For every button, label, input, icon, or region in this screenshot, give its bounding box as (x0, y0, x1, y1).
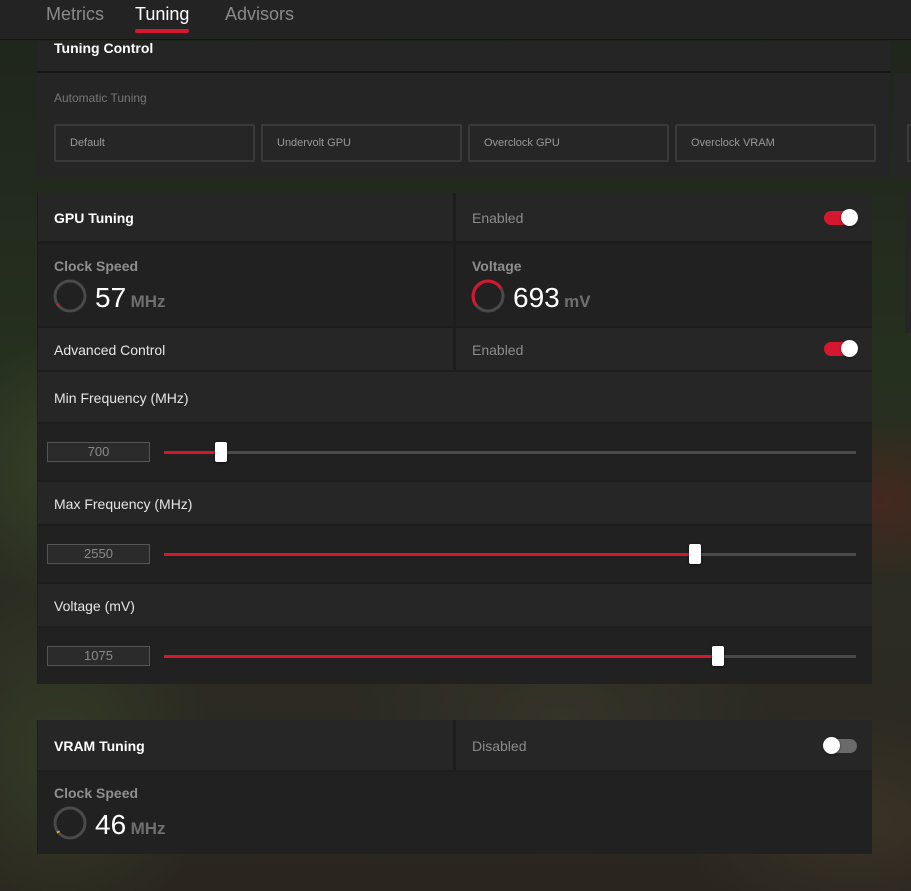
clock-speed-value: 57 (95, 282, 127, 313)
advanced-control-status: Enabled (472, 342, 524, 358)
preset-undervolt-gpu-button[interactable]: Undervolt GPU (261, 124, 462, 162)
adjacent-button-fragment (907, 124, 911, 162)
voltage-label: Voltage (472, 258, 522, 274)
clock-speed-unit: MHz (130, 292, 166, 311)
preset-overclock-vram-button[interactable]: Overclock VRAM (675, 124, 876, 162)
vram-clock-speed-metric: Clock Speed 46 MHz (38, 772, 872, 854)
active-tab-indicator (135, 29, 190, 33)
tuning-control-title: Tuning Control (54, 40, 154, 56)
vram-clock-speed-value: 46 (95, 809, 127, 840)
tab-metrics[interactable]: Metrics (46, 3, 104, 31)
voltage-slider-label: Voltage (mV) (54, 598, 135, 614)
voltage-metric: Voltage 693 mV (456, 244, 872, 326)
tab-tuning[interactable]: Tuning (135, 3, 190, 33)
slider-thumb[interactable] (689, 544, 701, 564)
max-frequency-header: Max Frequency (MHz) (38, 482, 872, 524)
gpu-tuning-status: Enabled (472, 210, 524, 226)
gpu-tuning-status-cell: Enabled (456, 193, 872, 241)
slider-thumb[interactable] (215, 442, 227, 462)
toggle-knob (841, 209, 858, 226)
tab-bar: Metrics Tuning Advisors (0, 0, 911, 40)
max-frequency-label: Max Frequency (MHz) (54, 496, 193, 512)
min-frequency-header: Min Frequency (MHz) (38, 372, 872, 422)
vram-tuning-status: Disabled (472, 738, 527, 754)
adjacent-panel-fragment-2 (905, 193, 911, 333)
clock-speed-metric: Clock Speed 57 MHz (38, 244, 453, 326)
gpu-tuning-header: GPU Tuning (38, 193, 453, 241)
voltage-input[interactable]: 1075 (47, 646, 150, 666)
divider (37, 71, 890, 73)
vram-tuning-header: VRAM Tuning (38, 720, 453, 770)
gpu-tuning-title: GPU Tuning (54, 210, 134, 226)
voltage-slider-header: Voltage (mV) (38, 584, 872, 626)
advanced-control-label: Advanced Control (54, 342, 166, 358)
vram-clock-speed-label: Clock Speed (54, 785, 139, 801)
clock-speed-readout: 57 MHz (95, 282, 166, 314)
clock-speed-gauge-icon (53, 279, 87, 313)
voltage-slider[interactable] (164, 646, 856, 666)
slider-fill (164, 655, 718, 658)
min-frequency-slider[interactable] (164, 442, 856, 462)
voltage-value: 693 (513, 282, 560, 313)
vram-tuning-toggle[interactable] (823, 737, 857, 754)
max-frequency-input[interactable]: 2550 (47, 544, 150, 564)
max-frequency-slider[interactable] (164, 544, 856, 564)
advanced-control-toggle[interactable] (824, 340, 858, 357)
vram-clock-speed-unit: MHz (130, 819, 166, 838)
voltage-gauge-icon (471, 279, 505, 313)
vram-clock-speed-readout: 46 MHz (95, 809, 166, 841)
vram-clock-speed-gauge-icon (53, 806, 87, 840)
slider-fill (164, 451, 221, 454)
slider-thumb[interactable] (712, 646, 724, 666)
preset-default-button[interactable]: Default (54, 124, 255, 162)
clock-speed-label: Clock Speed (54, 258, 139, 274)
tab-advisors[interactable]: Advisors (225, 3, 294, 31)
advanced-control-status-cell: Enabled (456, 328, 872, 370)
toggle-knob (823, 737, 840, 754)
min-frequency-input[interactable]: 700 (47, 442, 150, 462)
preset-overclock-gpu-button[interactable]: Overclock GPU (468, 124, 669, 162)
voltage-readout: 693 mV (513, 282, 591, 314)
tab-tuning-label: Tuning (135, 4, 190, 24)
vram-tuning-status-cell: Disabled (456, 720, 872, 770)
automatic-tuning-label: Automatic Tuning (54, 91, 147, 105)
min-frequency-label: Min Frequency (MHz) (54, 390, 189, 406)
voltage-unit: mV (564, 292, 591, 311)
gpu-tuning-toggle[interactable] (824, 209, 858, 226)
vram-tuning-title: VRAM Tuning (54, 738, 145, 754)
toggle-knob (841, 340, 858, 357)
slider-fill (164, 553, 695, 556)
advanced-control-row: Advanced Control (38, 328, 453, 370)
